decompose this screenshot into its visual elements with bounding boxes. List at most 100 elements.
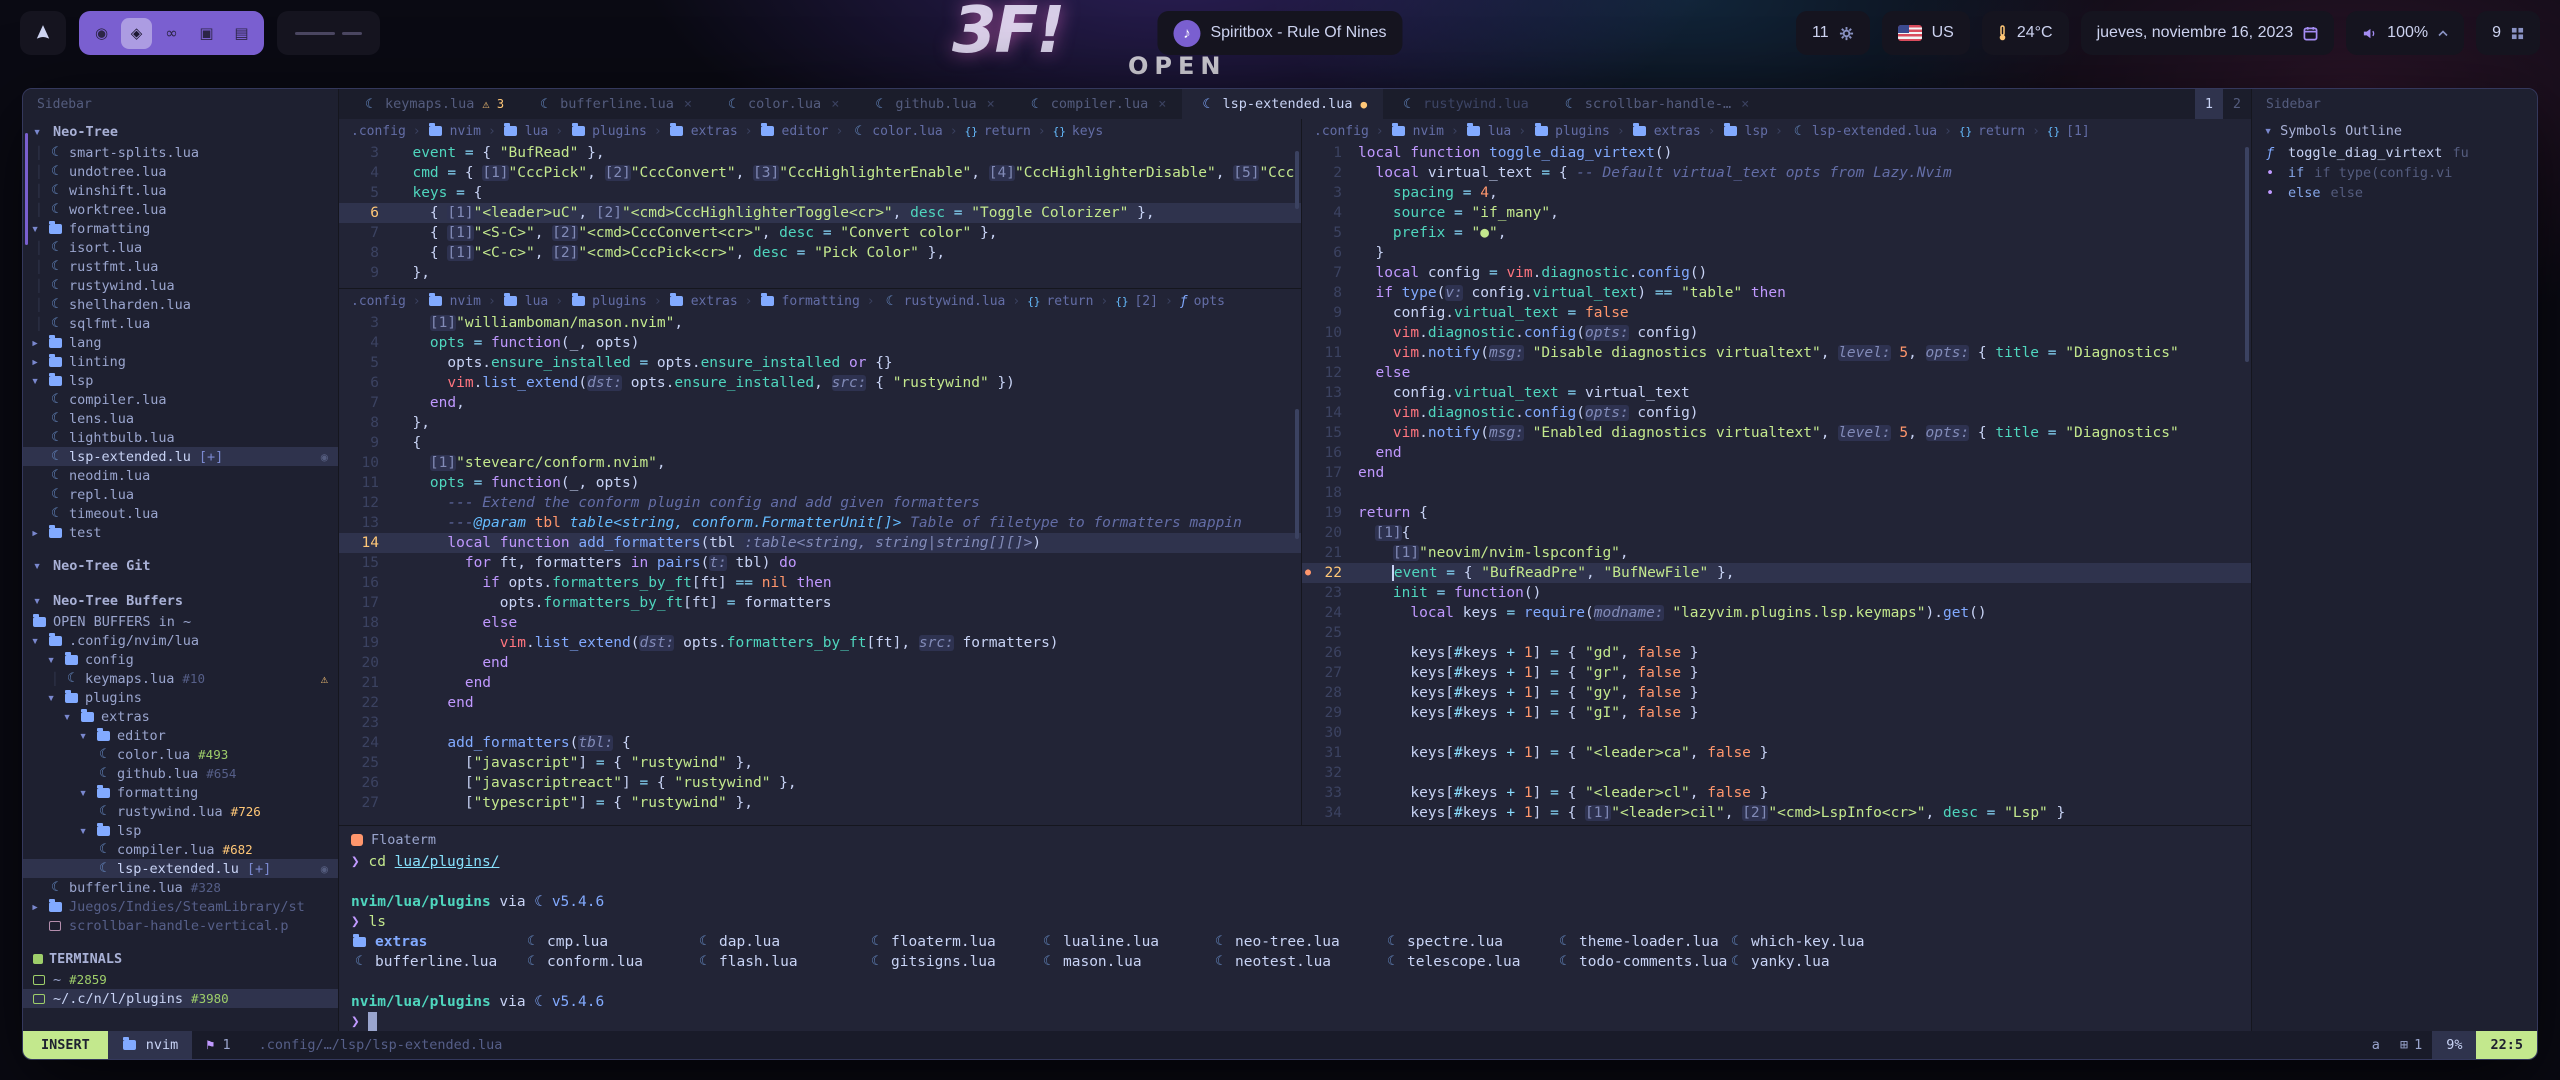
launcher-button[interactable] xyxy=(20,11,66,55)
code-line[interactable]: 5 opts.ensure_installed = opts.ensure_in… xyxy=(339,353,1301,373)
file-entry[interactable]: ☾lualine.lua xyxy=(1039,932,1211,952)
weather-widget[interactable]: 24°C xyxy=(1982,11,2069,55)
code-line[interactable]: 31 keys[#keys + 1] = { "<leader>ca", fal… xyxy=(1302,743,2251,763)
tree-item[interactable]: ▸test xyxy=(23,523,338,542)
tree-item[interactable]: ☾rustywind.lua#726 xyxy=(23,802,338,821)
editor-rustywind-lua[interactable]: .config›nvim›lua›plugins›extras›formatti… xyxy=(339,289,1301,825)
file-entry[interactable]: ☾cmp.lua xyxy=(523,932,695,952)
tree-item[interactable]: │☾sqlfmt.lua xyxy=(23,314,338,333)
code-line[interactable]: 4 source = "if_many", xyxy=(1302,203,2251,223)
tree-item[interactable]: ▾lsp xyxy=(23,821,338,840)
file-entry[interactable]: ☾gitsigns.lua xyxy=(867,952,1039,972)
minimized-window-indicator[interactable] xyxy=(277,11,380,55)
sidebar-scrollbar[interactable] xyxy=(25,133,28,245)
code-line[interactable]: 14 vim.diagnostic.config(opts: config) xyxy=(1302,403,2251,423)
tree-item[interactable]: │☾winshift.lua xyxy=(23,181,338,200)
tree-item[interactable]: ☾neodim.lua xyxy=(23,466,338,485)
tree-item[interactable]: ▾extras xyxy=(23,707,338,726)
file-entry[interactable]: ☾dap.lua xyxy=(695,932,867,952)
close-icon[interactable]: × xyxy=(987,96,995,112)
tree-item[interactable]: ☾lightbulb.lua xyxy=(23,428,338,447)
code-line[interactable]: 1local function toggle_diag_virtext() xyxy=(1302,143,2251,163)
code-line[interactable]: 5 prefix = "●", xyxy=(1302,223,2251,243)
tree-item[interactable]: ☾lsp-extended.lu[+]◉ xyxy=(23,859,338,878)
code-line[interactable]: 20 [1]{ xyxy=(1302,523,2251,543)
tree-item[interactable]: │☾rustfmt.lua xyxy=(23,257,338,276)
code-line[interactable]: 7 end, xyxy=(339,393,1301,413)
code-line[interactable]: 23 init = function() xyxy=(1302,583,2251,603)
code-line[interactable]: 6 vim.list_extend(dst: opts.ensure_insta… xyxy=(339,373,1301,393)
code-line[interactable]: 11 opts = function(_, opts) xyxy=(339,473,1301,493)
workspace-4[interactable]: ▣ xyxy=(191,18,222,49)
code-line[interactable]: 7 local config = vim.diagnostic.config() xyxy=(1302,263,2251,283)
outline-item[interactable]: •ifif type(config.vi xyxy=(2252,163,2537,183)
file-entry[interactable]: ☾yanky.lua xyxy=(1727,952,1899,972)
code-line[interactable]: 25 xyxy=(1302,623,2251,643)
code-line[interactable]: 24 local keys = require(modname: "lazyvi… xyxy=(1302,603,2251,623)
tree-item[interactable]: │☾undotree.lua xyxy=(23,162,338,181)
file-entry[interactable]: extras xyxy=(351,932,523,952)
code-line[interactable]: 11 vim.notify(msg: "Disable diagnostics … xyxy=(1302,343,2251,363)
tab-keymaps-lua[interactable]: ☾keymaps.lua⚠ 3 xyxy=(345,89,520,119)
section-header[interactable]: TERMINALS xyxy=(23,948,338,970)
code-line[interactable]: 8 }, xyxy=(339,413,1301,433)
code-line[interactable]: ●22 event = { "BufReadPre", "BufNewFile"… xyxy=(1302,563,2251,583)
tree-item[interactable]: ▾config xyxy=(23,650,338,669)
code-line[interactable]: 4 opts = function(_, opts) xyxy=(339,333,1301,353)
code-line[interactable]: 5 keys = { xyxy=(339,183,1301,203)
tree-item[interactable]: ▾formatting xyxy=(23,219,338,238)
code-line[interactable]: 18 xyxy=(1302,483,2251,503)
file-entry[interactable]: ☾neo-tree.lua xyxy=(1211,932,1383,952)
file-entry[interactable]: ☾spectre.lua xyxy=(1383,932,1555,952)
code-line[interactable]: 16 end xyxy=(1302,443,2251,463)
code-line[interactable]: 26 keys[#keys + 1] = { "gd", false } xyxy=(1302,643,2251,663)
code-line[interactable]: 15 for ft, formatters in pairs(t: tbl) d… xyxy=(339,553,1301,573)
tab-github-lua[interactable]: ☾github.lua× xyxy=(855,89,1010,119)
workspace-1[interactable]: ◉ xyxy=(86,18,117,49)
editor-color-lua[interactable]: .config›nvim›lua›plugins›extras›editor›☾… xyxy=(339,119,1301,289)
tree-item[interactable]: │☾rustywind.lua xyxy=(23,276,338,295)
tree-item[interactable]: ☾bufferline.lua#328 xyxy=(23,878,338,897)
tree-item[interactable]: ▸lang xyxy=(23,333,338,352)
tree-item[interactable]: ☾color.lua#493 xyxy=(23,745,338,764)
tree-item[interactable]: ▾lsp xyxy=(23,371,338,390)
code-line[interactable]: 16 if opts.formatters_by_ft[ft] == nil t… xyxy=(339,573,1301,593)
tree-item[interactable]: ☾lens.lua xyxy=(23,409,338,428)
tab-bufferline-lua[interactable]: ☾bufferline.lua× xyxy=(520,89,708,119)
code-line[interactable]: 24 add_formatters(tbl: { xyxy=(339,733,1301,753)
close-icon[interactable]: × xyxy=(684,96,692,112)
section-header[interactable]: ▾Neo-Tree Buffers xyxy=(23,590,338,612)
code-line[interactable]: 29 keys[#keys + 1] = { "gI", false } xyxy=(1302,703,2251,723)
code-line[interactable]: 4 cmd = { [1]"CccPick", [2]"CccConvert",… xyxy=(339,163,1301,183)
code-line[interactable]: 14 local function add_formatters(tbl :ta… xyxy=(339,533,1301,553)
code-line[interactable]: 3 spacing = 4, xyxy=(1302,183,2251,203)
tree-item[interactable]: │☾worktree.lua xyxy=(23,200,338,219)
code-line[interactable]: 30 xyxy=(1302,723,2251,743)
code-line[interactable]: 19 vim.list_extend(dst: opts.formatters_… xyxy=(339,633,1301,653)
code-line[interactable]: 10 vim.diagnostic.config(opts: config) xyxy=(1302,323,2251,343)
code-line[interactable]: 34 keys[#keys + 1] = { [1]"<leader>cil",… xyxy=(1302,803,2251,823)
code-line[interactable]: 8 { [1]"<C-c>", [2]"<cmd>CccPick<cr>", d… xyxy=(339,243,1301,263)
code-line[interactable]: 12 else xyxy=(1302,363,2251,383)
tree-item[interactable]: │☾keymaps.lua#10⚠ xyxy=(23,669,338,688)
tree-item[interactable]: ▾.config/nvim/lua xyxy=(23,631,338,650)
file-entry[interactable]: ☾conform.lua xyxy=(523,952,695,972)
tabpage-2[interactable]: 2 xyxy=(2223,89,2251,119)
code-line[interactable]: 3 [1]"williamboman/mason.nvim", xyxy=(339,313,1301,333)
tab-color-lua[interactable]: ☾color.lua× xyxy=(708,89,855,119)
file-entry[interactable]: ☾theme-loader.lua xyxy=(1555,932,1727,952)
file-entry[interactable]: ☾floaterm.lua xyxy=(867,932,1039,952)
code-line[interactable]: 3 event = { "BufRead" }, xyxy=(339,143,1301,163)
code-line[interactable]: 13 config.virtual_text = virtual_text xyxy=(1302,383,2251,403)
file-entry[interactable]: ☾flash.lua xyxy=(695,952,867,972)
file-entry[interactable]: ☾todo-comments.lua xyxy=(1555,952,1727,972)
code-line[interactable]: 21 end xyxy=(339,673,1301,693)
code-line[interactable]: 9 }, xyxy=(339,263,1301,283)
clock-widget[interactable]: jueves, noviembre 16, 2023 xyxy=(2081,11,2335,55)
code-line[interactable]: 28 keys[#keys + 1] = { "gy", false } xyxy=(1302,683,2251,703)
code-line[interactable]: 13 ---@param tbl table<string, conform.F… xyxy=(339,513,1301,533)
section-header[interactable]: ▾Neo-Tree xyxy=(23,121,338,143)
tab-rustywind-lua[interactable]: ☾rustywind.lua xyxy=(1383,89,1545,119)
updates-widget[interactable]: 11 xyxy=(1796,11,1870,55)
code-line[interactable]: 8 if type(v: config.virtual_text) == "ta… xyxy=(1302,283,2251,303)
